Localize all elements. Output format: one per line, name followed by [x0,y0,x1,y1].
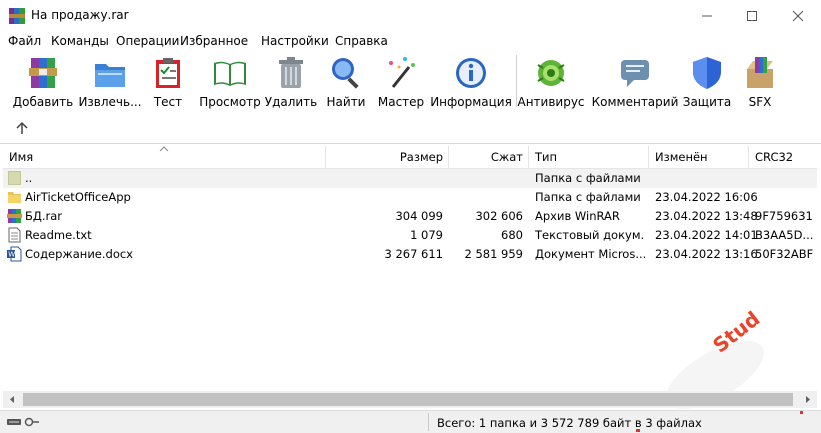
column-type[interactable]: Тип [535,150,557,164]
file-row[interactable]: .. Папка с файлами [3,169,817,188]
menu-help[interactable]: Справка [335,34,388,48]
column-separator[interactable] [748,146,749,168]
maximize-button[interactable] [729,0,775,31]
file-type: Документ Micros... [535,247,645,261]
delete-trash-icon [279,57,303,88]
info-button[interactable]: Информация [430,55,512,113]
file-type: Папка с файлами [535,190,641,204]
status-bar: Всего: 1 папка и 3 572 789 байт в 3 файл… [0,410,821,433]
column-crc[interactable]: CRC32 [755,150,793,164]
add-archive-icon [29,58,57,88]
status-summary: Всего: 1 папка и 3 572 789 байт в 3 файл… [437,416,702,430]
svg-text:W: W [8,251,15,259]
file-packed: 680 [501,228,523,242]
word-document-icon: W [7,246,22,262]
file-row[interactable]: AirTicketOfficeApp Папка с файлами 23.04… [3,188,817,207]
menu-file[interactable]: Файл [8,34,41,48]
comment-icon [621,60,649,87]
add-button[interactable]: Добавить [13,55,73,113]
close-icon [792,10,804,21]
menu-bar: Файл Команды Операции Избранное Настройк… [0,32,821,51]
file-modified: 23.04.2022 13:16 [655,247,758,261]
menu-settings[interactable]: Настройки [261,34,329,48]
maximize-icon [747,10,757,21]
menu-commands[interactable]: Команды [51,34,109,48]
file-packed: 302 606 [475,209,523,223]
column-size[interactable]: Размер [325,150,443,164]
file-name: .. [25,171,33,185]
view-button[interactable]: Просмотр [199,55,261,113]
file-crc: 9F759631 [755,209,813,223]
antivirus-bug-icon [537,60,565,86]
title-bar: На продажу.rar [0,0,821,31]
file-row[interactable]: БД.rar 304 099 302 606 Архив WinRAR 23.0… [3,207,817,226]
rar-archive-icon [7,209,22,223]
file-crc: 50F32ABF [755,247,814,261]
find-button[interactable]: Найти [326,55,366,113]
view-book-icon [214,61,246,86]
winrar-app-icon [9,8,25,24]
window-title: На продажу.rar [31,8,129,22]
drive-key-icon[interactable] [6,416,40,428]
protect-shield-icon [693,57,721,89]
comment-button[interactable]: Комментарий [592,55,678,113]
file-name: Readme.txt [25,228,92,242]
file-row[interactable]: W Содержание.docx 3 267 611 2 581 959 До… [3,245,817,264]
menu-favorites[interactable]: Избранное [180,34,248,48]
file-type: Папка с файлами [535,171,641,185]
find-magnifier-icon [332,58,359,89]
file-name: БД.rar [25,209,63,223]
column-name[interactable]: Имя [9,150,33,164]
path-bar [0,117,821,144]
column-separator[interactable] [648,146,649,168]
minimize-icon [702,15,712,16]
file-size: 304 099 [395,209,443,223]
sfx-button[interactable]: SFX [740,55,780,113]
file-crc: B3AA5D... [755,228,814,242]
up-arrow-icon[interactable] [15,121,29,135]
file-name: AirTicketOfficeApp [25,190,131,204]
folder-icon [8,192,21,203]
file-list-header: Имя Размер Сжат Тип Изменён CRC32 [3,146,817,169]
file-row[interactable]: Readme.txt 1 079 680 Текстовый докум... … [3,226,817,245]
parent-folder-icon [8,171,21,185]
toolbar: Добавить Извлечь... Тест Просмотр Удалит… [0,51,821,116]
info-icon [456,58,486,88]
horizontal-scrollbar[interactable] [3,391,817,408]
antivirus-button[interactable]: Антивирус [517,55,585,113]
status-marker [800,411,803,414]
scroll-left-icon[interactable] [8,395,16,404]
column-modified[interactable]: Изменён [655,150,708,164]
sort-ascending-icon [159,146,169,152]
scroll-right-icon[interactable] [804,395,812,404]
file-modified: 23.04.2022 13:48 [655,209,758,223]
minimize-button[interactable] [684,0,730,31]
protect-button[interactable]: Защита [683,55,731,113]
delete-button[interactable]: Удалить [265,55,317,113]
column-packed[interactable]: Сжат [448,150,523,164]
wizard-button[interactable]: Мастер [378,55,424,113]
scrollbar-thumb[interactable] [23,393,793,406]
sfx-box-icon [747,57,773,88]
file-type: Текстовый докум... [535,228,645,242]
status-separator [428,413,429,431]
file-packed: 2 581 959 [464,247,523,261]
close-button[interactable] [775,0,821,31]
column-separator[interactable] [528,146,529,168]
extract-folder-icon [95,64,125,87]
file-type: Архив WinRAR [535,209,620,223]
menu-operations[interactable]: Операции [116,34,179,48]
text-file-icon [8,227,21,243]
file-size: 3 267 611 [384,247,443,261]
wizard-wand-icon [389,57,415,88]
file-size: 1 079 [410,228,443,242]
file-modified: 23.04.2022 14:01 [655,228,758,242]
file-modified: 23.04.2022 16:06 [655,190,758,204]
test-clipboard-icon [156,58,180,88]
test-button[interactable]: Тест [148,55,188,113]
file-name: Содержание.docx [25,247,133,261]
extract-button[interactable]: Извлечь... [78,55,142,113]
